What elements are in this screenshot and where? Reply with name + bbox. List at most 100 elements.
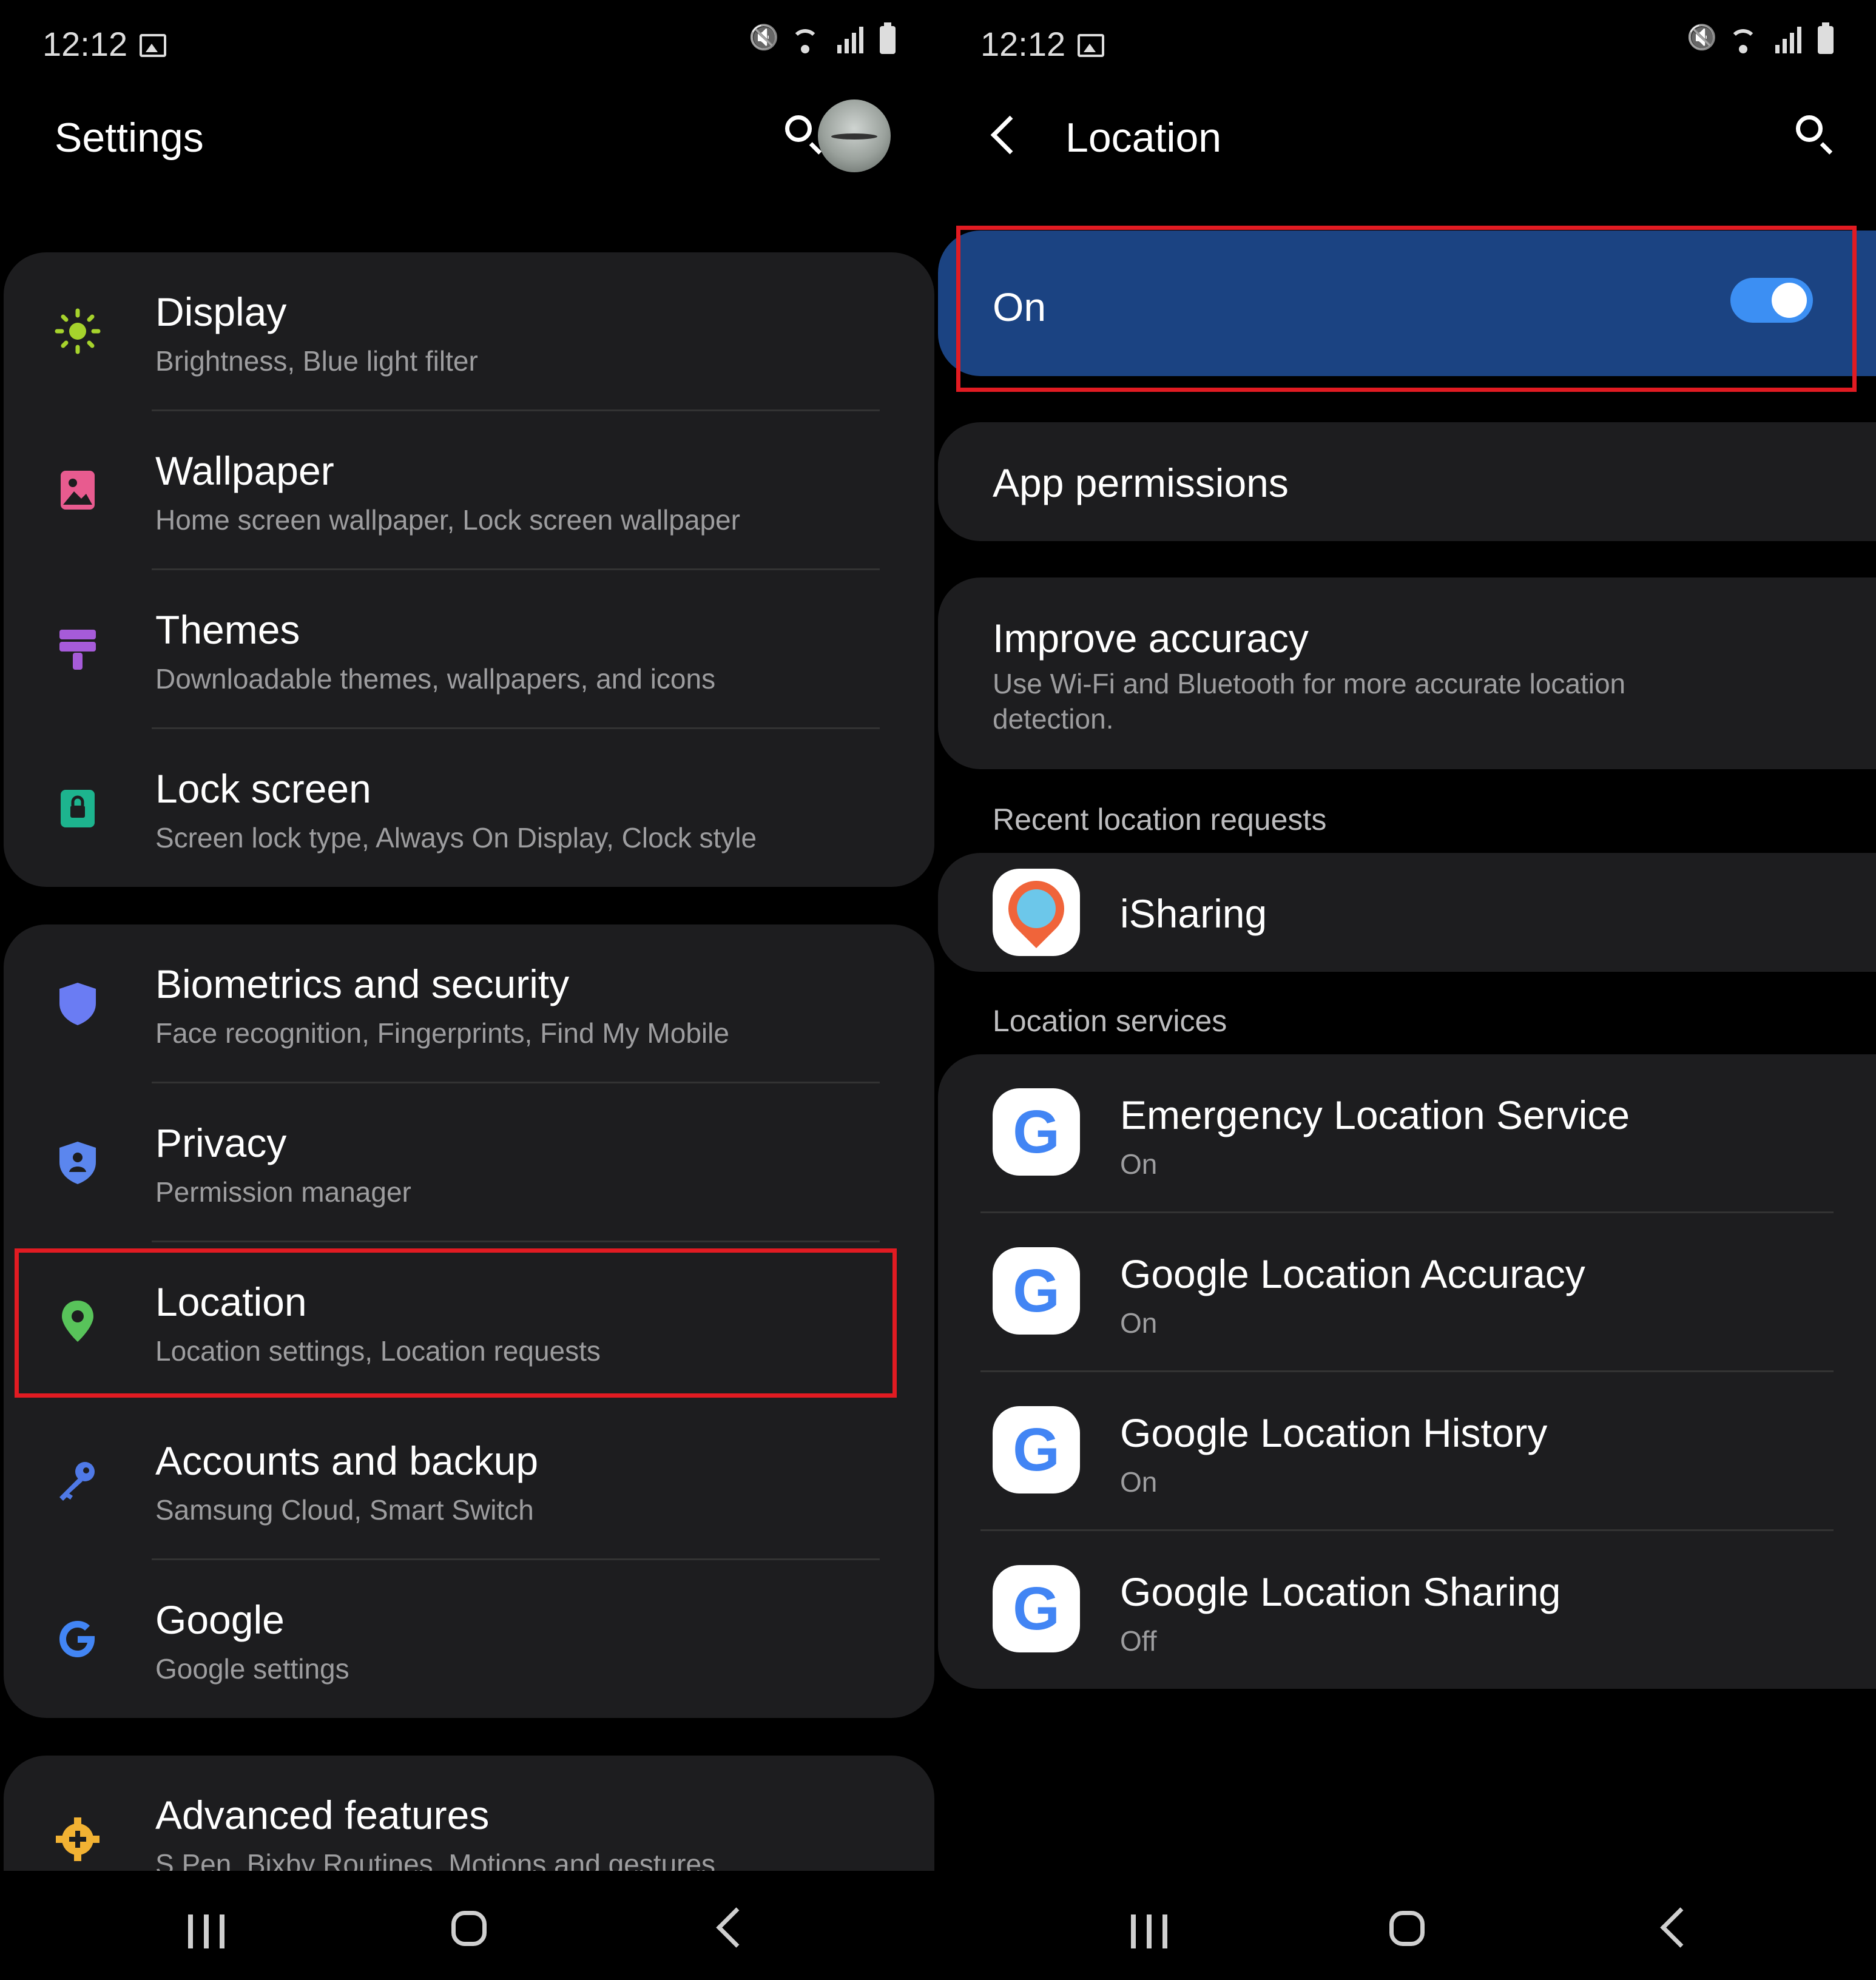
settings-item-google[interactable]: Google Google settings xyxy=(4,1560,934,1718)
settings-item-title: Display xyxy=(155,289,287,334)
improve-accuracy-row[interactable]: Improve accuracy Use Wi-Fi and Bluetooth… xyxy=(938,578,1876,769)
settings-group-2: Biometrics and security Face recognition… xyxy=(4,924,934,1718)
settings-item-biometrics[interactable]: Biometrics and security Face recognition… xyxy=(4,924,934,1083)
settings-item-title: Accounts and backup xyxy=(155,1438,539,1483)
settings-panel: 12:12 Settings Display Brig xyxy=(0,0,938,1980)
privacy-shield-icon xyxy=(59,1142,96,1184)
mute-icon xyxy=(1687,25,1711,55)
settings-item-title: Biometrics and security xyxy=(155,961,570,1006)
google-app-icon: G xyxy=(993,1406,1080,1493)
service-row-google-location-accuracy[interactable]: G Google Location Accuracy On xyxy=(938,1213,1876,1372)
settings-item-accounts-backup[interactable]: Accounts and backup Samsung Cloud, Smart… xyxy=(4,1401,934,1560)
sun-icon xyxy=(55,308,101,354)
service-row-google-location-history[interactable]: G Google Location History On xyxy=(938,1372,1876,1531)
location-services-card: G Emergency Location Service On G Google… xyxy=(938,1054,1876,1689)
service-row-emergency-location[interactable]: G Emergency Location Service On xyxy=(938,1054,1876,1213)
home-button[interactable] xyxy=(451,1911,487,1946)
google-app-icon: G xyxy=(993,1565,1080,1652)
navigation-bar xyxy=(0,1871,938,1980)
location-panel: 12:12 Location On App permissions Improv… xyxy=(938,0,1876,1980)
location-master-toggle-row[interactable]: On xyxy=(938,231,1876,376)
settings-item-lock-screen[interactable]: Lock screen Screen lock type, Always On … xyxy=(4,729,934,887)
settings-item-themes[interactable]: Themes Downloadable themes, wallpapers, … xyxy=(4,570,934,729)
image-icon xyxy=(61,471,95,510)
app-permissions-label: App permissions xyxy=(993,460,1289,505)
wifi-icon xyxy=(789,25,822,55)
settings-item-subtitle: Screen lock type, Always On Display, Clo… xyxy=(155,822,757,854)
service-status: Off xyxy=(1120,1625,1157,1657)
recent-app-name: iSharing xyxy=(1120,891,1267,936)
home-button[interactable] xyxy=(1389,1911,1425,1946)
key-icon xyxy=(59,1462,95,1501)
settings-item-display[interactable]: Display Brightness, Blue light filter xyxy=(4,252,934,411)
location-pin-icon xyxy=(62,1301,93,1342)
status-time: 12:12 xyxy=(980,25,1066,63)
settings-item-title: Themes xyxy=(155,607,300,652)
wifi-icon xyxy=(1727,25,1760,55)
status-bar: 12:12 xyxy=(42,18,896,73)
mute-icon xyxy=(749,25,773,55)
service-status: On xyxy=(1120,1148,1158,1180)
settings-item-subtitle: Downloadable themes, wallpapers, and ico… xyxy=(155,663,716,695)
recents-button[interactable] xyxy=(188,1914,227,1948)
recent-requests-header: Recent location requests xyxy=(993,803,1327,837)
recents-button[interactable] xyxy=(1131,1914,1170,1948)
isharing-app-icon xyxy=(993,869,1080,956)
search-icon xyxy=(1796,115,1823,142)
signal-icon xyxy=(1775,25,1802,55)
settings-item-title: Privacy xyxy=(155,1120,287,1165)
shield-icon xyxy=(59,983,96,1025)
settings-item-title: Wallpaper xyxy=(155,448,334,493)
settings-item-wallpaper[interactable]: Wallpaper Home screen wallpaper, Lock sc… xyxy=(4,411,934,570)
signal-icon xyxy=(837,25,864,55)
page-title: Location xyxy=(1065,115,1222,161)
settings-item-subtitle: Face recognition, Fingerprints, Find My … xyxy=(155,1017,729,1049)
settings-item-privacy[interactable]: Privacy Permission manager xyxy=(4,1083,934,1242)
service-row-google-location-sharing[interactable]: G Google Location Sharing Off xyxy=(938,1531,1876,1689)
settings-item-subtitle: Permission manager xyxy=(155,1176,411,1208)
settings-item-subtitle: Google settings xyxy=(155,1653,349,1685)
improve-accuracy-title: Improve accuracy xyxy=(993,616,1309,661)
gear-plus-icon xyxy=(56,1817,100,1861)
chevron-left-icon xyxy=(990,115,1030,155)
app-permissions-row[interactable]: App permissions xyxy=(938,422,1876,541)
settings-item-location[interactable]: Location Location settings, Location req… xyxy=(4,1242,934,1401)
improve-accuracy-subtitle-line2: detection. xyxy=(993,703,1114,735)
google-g-icon: G xyxy=(1013,1416,1060,1484)
location-services-header: Location services xyxy=(993,1004,1227,1038)
status-bar: 12:12 xyxy=(980,18,1834,73)
search-button[interactable] xyxy=(1796,115,1834,153)
google-g-icon: G xyxy=(1013,1575,1060,1643)
settings-item-subtitle: Samsung Cloud, Smart Switch xyxy=(155,1494,534,1526)
avatar[interactable] xyxy=(818,99,891,172)
isharing-icon xyxy=(996,869,1076,949)
status-icons xyxy=(1687,22,1834,55)
switch-knob xyxy=(1772,283,1807,318)
google-app-icon: G xyxy=(993,1247,1080,1335)
google-g-icon: G xyxy=(1013,1098,1060,1166)
settings-item-subtitle: Home screen wallpaper, Lock screen wallp… xyxy=(155,504,740,536)
location-toggle-switch[interactable] xyxy=(1730,278,1813,323)
status-icons xyxy=(749,22,896,55)
google-app-icon: G xyxy=(993,1088,1080,1176)
back-button[interactable] xyxy=(716,1907,757,1948)
page-title: Settings xyxy=(55,115,204,161)
service-status: On xyxy=(1120,1307,1158,1339)
back-button[interactable] xyxy=(1660,1907,1701,1948)
settings-item-subtitle: Brightness, Blue light filter xyxy=(155,345,478,377)
settings-item-title: Lock screen xyxy=(155,766,371,811)
gallery-notification-icon xyxy=(140,34,166,57)
service-title: Emergency Location Service xyxy=(1120,1093,1630,1137)
recent-app-row-isharing[interactable]: iSharing xyxy=(938,853,1876,972)
location-app-bar: Location xyxy=(938,91,1876,188)
settings-item-title: Google xyxy=(155,1597,285,1642)
gallery-notification-icon xyxy=(1078,34,1104,57)
google-g-icon xyxy=(59,1621,95,1657)
search-button[interactable] xyxy=(785,115,823,153)
service-status: On xyxy=(1120,1466,1158,1498)
improve-accuracy-subtitle: Use Wi-Fi and Bluetooth for more accurat… xyxy=(993,668,1626,699)
navigation-bar xyxy=(938,1871,1876,1980)
toggle-label: On xyxy=(993,285,1047,329)
settings-group-1: Display Brightness, Blue light filter Wa… xyxy=(4,252,934,887)
search-icon xyxy=(785,115,812,142)
